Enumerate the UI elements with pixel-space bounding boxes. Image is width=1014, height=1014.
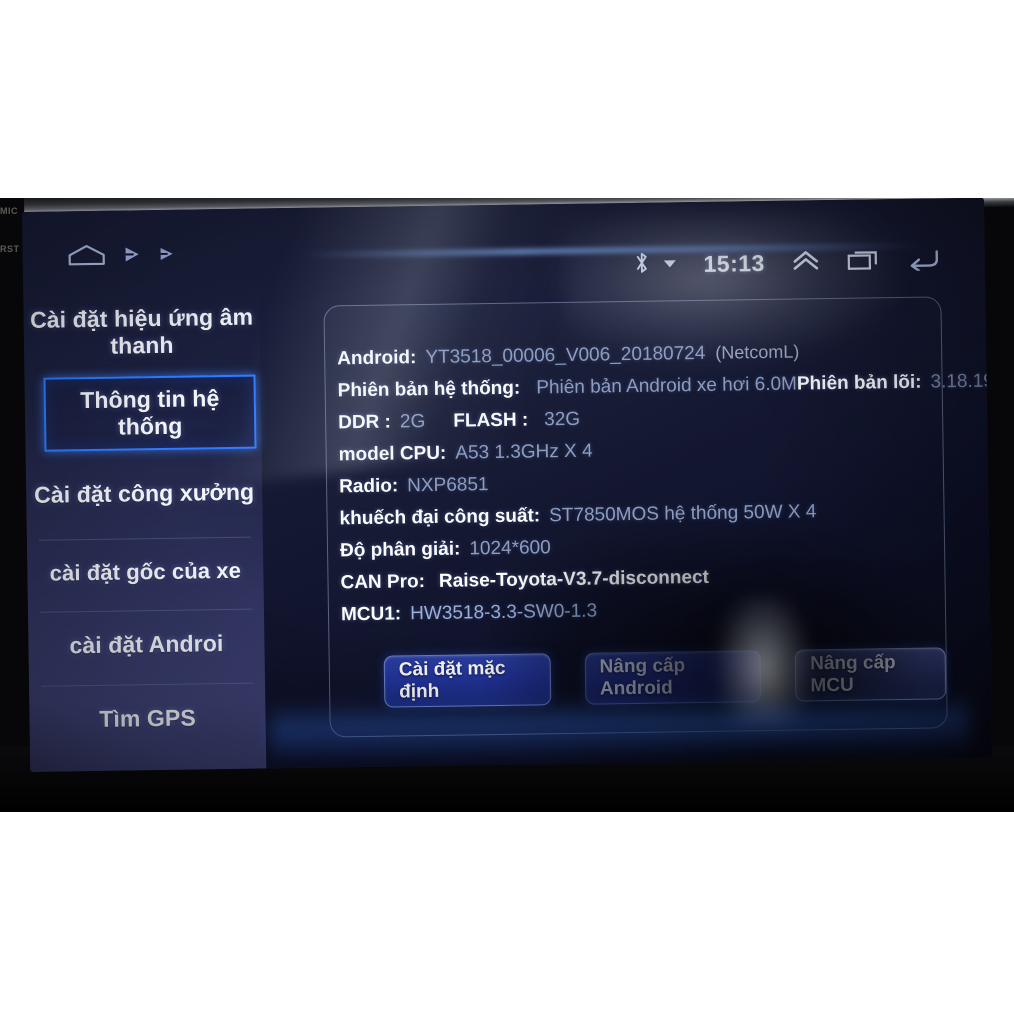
sidebar-item-sound-effect-settings[interactable]: Cài đặt hiệu ứng âm thanh (23, 292, 260, 371)
sidebar-item-system-information[interactable]: Thông tin hệ thống (43, 374, 257, 452)
info-label: MCU1: (340, 603, 402, 626)
bezel-label-mic: MIC (0, 206, 18, 216)
button-label: Cài đặt mặc định (398, 657, 506, 703)
info-label-kernel: Phiên bản lõi: (796, 371, 922, 395)
recents-icon[interactable] (847, 247, 881, 277)
info-label: model CPU: (338, 442, 447, 466)
sidebar-item-label: Cài đặt công xưởng (33, 479, 255, 509)
lcd-screen: 15:13 Cài đặt hiệu ứng âm thanh Thông ti… (22, 198, 993, 772)
chevron-up-icon[interactable] (791, 248, 821, 277)
upgrade-android-button[interactable]: Nâng cấp Android (584, 650, 762, 705)
sidebar-item-label: cài đặt Androi (69, 630, 224, 659)
info-label: Radio: (338, 475, 399, 498)
sidebar-item-label: cài đặt gốc của xe (49, 557, 242, 586)
restore-default-settings-button[interactable]: Cài đặt mặc định (383, 653, 552, 708)
info-label-flash: FLASH : (453, 409, 529, 432)
system-information-list: Android: YT3518_00006_V006_20180724 (Net… (337, 340, 992, 637)
sidebar-item-label: Thông tin hệ thống (80, 384, 220, 440)
info-label: Phiên bản hệ thống: (337, 377, 521, 402)
info-value-ddr: 2G (399, 411, 426, 433)
info-label: Độ phân giải: (339, 538, 461, 562)
info-value-kernel: 3.18.19 (930, 370, 993, 393)
sidebar-item-factory-settings[interactable]: Cài đặt công xưởng (26, 454, 263, 533)
back-arrow-icon[interactable] (907, 246, 941, 276)
button-label: Nâng cấp MCU (809, 652, 896, 697)
settings-sidebar: Cài đặt hiệu ứng âm thanh Thông tin hệ t… (23, 278, 267, 772)
fast-forward-icon[interactable] (159, 246, 177, 267)
info-value-extra: (NetcomL) (715, 341, 800, 363)
upgrade-mcu-button[interactable]: Nâng cấp MCU (794, 647, 947, 702)
info-value: YT3518_00006_V006_20180724 (425, 342, 706, 369)
info-value: Phiên bản Android xe hơi 6.0M (536, 373, 798, 399)
info-label-ddr: DDR : (338, 411, 392, 434)
button-label: Nâng cấp Android (599, 655, 686, 700)
info-value: NXP6851 (407, 474, 489, 497)
sidebar-item-label: Tìm GPS (99, 704, 196, 733)
bluetooth-icon (633, 251, 649, 280)
sidebar-item-find-gps[interactable]: Tìm GPS (29, 686, 266, 751)
info-label: khuếch đại công suất: (339, 505, 541, 530)
info-label: CAN Pro: (340, 571, 426, 594)
sidebar-item-label: Cài đặt hiệu ứng âm thanh (29, 303, 254, 359)
info-value: 1024*600 (469, 537, 551, 560)
sidebar-item-car-original-settings[interactable]: cài đặt gốc của xe (27, 540, 264, 603)
info-value: HW3518-3.3-SW0-1.3 (410, 600, 598, 625)
info-value-flash: 32G (544, 408, 581, 431)
head-unit-photo: MIC RST 15:13 Cài đặt hiệu ứng âm thanh … (0, 198, 1014, 812)
info-value: A53 1.3GHz X 4 (455, 440, 593, 464)
system-information-panel: Android: YT3518_00006_V006_20180724 (Net… (323, 296, 992, 738)
info-value: ST7850MOS hệ thống 50W X 4 (549, 501, 817, 527)
status-right-group: 15:13 (633, 246, 941, 280)
action-button-row: Cài đặt mặc định Nâng cấp Android Nâng c… (383, 647, 947, 708)
triangle-down-icon[interactable] (661, 256, 677, 274)
info-value: Raise-Toyota-V3.7-disconnect (438, 566, 710, 592)
bezel-label-rst: RST (0, 244, 20, 254)
home-icon[interactable] (66, 243, 106, 273)
sidebar-item-android-settings[interactable]: cài đặt Androi (28, 612, 265, 677)
info-label: Android: (337, 347, 417, 370)
status-clock: 15:13 (703, 249, 766, 277)
nav-left-group (66, 242, 176, 273)
play-icon[interactable] (123, 245, 143, 268)
